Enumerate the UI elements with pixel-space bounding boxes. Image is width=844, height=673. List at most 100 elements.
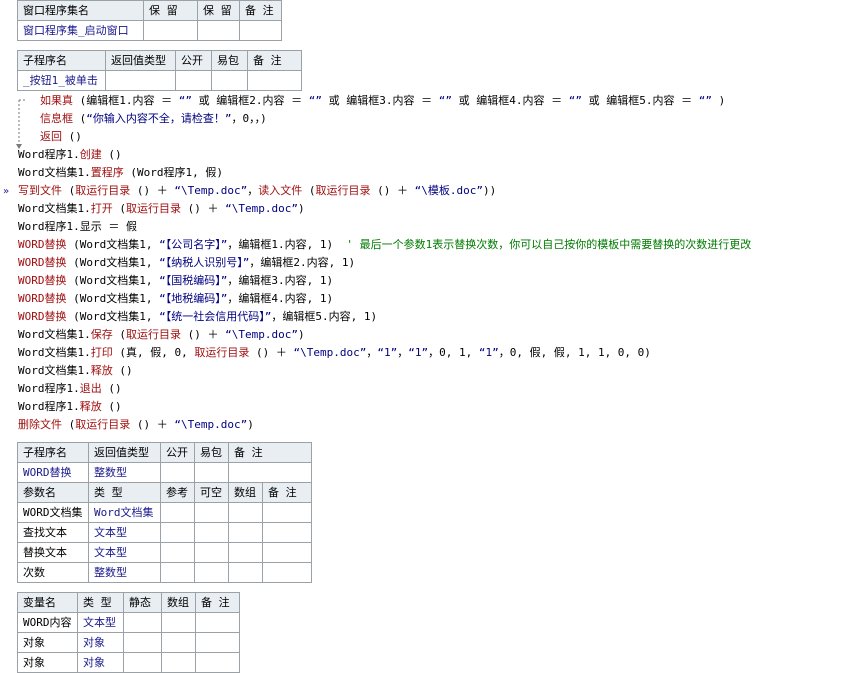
code-token: ' 最后一个参数1表示替换次数，你可以自己按你的模板中需要替换的次数进行更改 [333,238,752,251]
code-line[interactable]: 如果真 (编辑框1.内容 ＝ “” 或 编辑框2.内容 ＝ “” 或 编辑框3.… [40,92,725,110]
variable-type-cell[interactable]: 文本型 [77,612,124,633]
module-reserved-cell-2[interactable] [197,20,240,41]
code-line[interactable]: 信息框 (“你输入内容不全，请检查！”，0，，) [40,110,267,128]
param-remark-cell[interactable] [262,542,312,563]
code-line[interactable]: 删除文件 (取运行目录 () ＋ “\Temp.doc”) [18,416,254,434]
word-replace-header-remark: 备 注 [228,442,312,463]
code-line[interactable]: WORD替换 (Word文档集1, “【统一社会信用代码】”，编辑框5.内容, … [18,308,377,326]
code-line[interactable]: Word文档集1.打印 (真, 假, 0, 取运行目录 () ＋ “\Temp.… [18,344,651,362]
variable-type-cell[interactable]: 对象 [77,652,124,673]
param-type-cell[interactable]: 整数型 [88,562,161,583]
param-ref-cell[interactable] [160,502,195,523]
param-ref-cell[interactable] [160,562,195,583]
param-row[interactable]: 查找文本 文本型 [17,522,312,543]
code-token: WORD替换 [18,310,67,323]
code-line[interactable]: 返回 () [40,128,82,146]
word-replace-name-cell[interactable]: WORD替换 [17,462,89,483]
param-array-cell[interactable] [228,542,263,563]
code-line[interactable]: Word文档集1.打开 (取运行目录 () ＋ “\Temp.doc”) [18,200,305,218]
param-array-cell[interactable] [228,522,263,543]
variable-array-cell[interactable] [161,632,196,653]
code-line[interactable]: 写到文件 (取运行目录 () ＋ “\Temp.doc”，读入文件 (取运行目录… [18,182,496,200]
variable-row[interactable]: WORD内容 文本型 [17,612,240,633]
word-replace-header-epkg: 易包 [194,442,229,463]
variable-type-cell[interactable]: 对象 [77,632,124,653]
param-row[interactable]: 替换文本 文本型 [17,542,312,563]
word-replace-row[interactable]: WORD替换 整数型 [17,462,312,483]
code-line[interactable]: Word程序1.退出 () [18,380,122,398]
code-line[interactable]: Word程序1.创建 () [18,146,122,164]
code-token: 退出 [79,382,102,395]
word-replace-epkg-cell[interactable] [194,462,229,483]
code-token: 取运行目录 [75,418,131,431]
variable-array-cell[interactable] [161,612,196,633]
variable-remark-cell[interactable] [195,652,240,673]
code-token: “\Temp.doc” [174,184,248,197]
param-nullable-cell[interactable] [194,562,229,583]
param-ref-cell[interactable] [160,542,195,563]
param-name-cell[interactable]: 查找文本 [17,522,89,543]
param-array-cell[interactable] [228,502,263,523]
module-remark-cell[interactable] [239,20,282,41]
code-token: () ＋ [130,418,175,431]
param-nullable-cell[interactable] [194,542,229,563]
variable-static-cell[interactable] [123,612,162,633]
variable-name-cell[interactable]: WORD内容 [17,612,78,633]
code-line[interactable]: Word文档集1.保存 (取运行目录 () ＋ “\Temp.doc”) [18,326,305,344]
param-type-cell[interactable]: 文本型 [88,542,161,563]
variable-header-static: 静态 [123,592,162,613]
code-line[interactable]: Word文档集1.释放 () [18,362,133,380]
param-name-cell[interactable]: WORD文档集 [17,502,89,523]
param-nullable-cell[interactable] [194,502,229,523]
param-ref-cell[interactable] [160,522,195,543]
code-line[interactable]: WORD替换 (Word文档集1, “【国税编码】”，编辑框3.内容, 1) [18,272,333,290]
code-line[interactable]: WORD替换 (Word文档集1, “【地税编码】”，编辑框4.内容, 1) [18,290,333,308]
word-replace-header-name: 子程序名 [17,442,89,463]
variable-static-cell[interactable] [123,632,162,653]
code-token: )) [482,184,497,197]
param-row[interactable]: 次数 整数型 [17,562,312,583]
code-token: WORD替换 [18,292,67,305]
code-token: ， [397,346,409,359]
module-row[interactable]: 窗口程序集_启动窗口 [17,20,282,41]
subroutine-row[interactable]: _按钮1_被单击 [17,70,302,91]
code-token: () ＋ [181,202,226,215]
param-remark-cell[interactable] [262,502,312,523]
code-line[interactable]: Word程序1.显示 ＝ 假 [18,218,137,236]
code-line[interactable]: WORD替换 (Word文档集1, “【纳税人识别号】”，编辑框2.内容, 1) [18,254,355,272]
variable-array-cell[interactable] [161,652,196,673]
param-name-cell[interactable]: 替换文本 [17,542,89,563]
subroutine-return-type-cell[interactable] [105,70,176,91]
param-type-cell[interactable]: Word文档集 [88,502,161,523]
param-array-cell[interactable] [228,562,263,583]
code-line[interactable]: Word文档集1.置程序 (Word程序1, 假) [18,164,223,182]
variable-remark-cell[interactable] [195,612,240,633]
code-token: Word文档集1. [18,328,91,341]
subroutine-remark-cell[interactable] [247,70,302,91]
module-reserved-cell-1[interactable] [143,20,198,41]
word-replace-public-cell[interactable] [160,462,195,483]
code-line[interactable]: Word程序1.释放 () [18,398,122,416]
word-replace-return-type-cell[interactable]: 整数型 [88,462,161,483]
param-remark-cell[interactable] [262,562,312,583]
param-row[interactable]: WORD文档集 Word文档集 [17,502,312,523]
code-token: () [101,148,122,161]
variable-remark-cell[interactable] [195,632,240,653]
subroutine-name-cell[interactable]: _按钮1_被单击 [17,70,106,91]
param-remark-cell[interactable] [262,522,312,543]
variable-name-cell[interactable]: 对象 [17,652,78,673]
code-line[interactable]: WORD替换 (Word文档集1, “【公司名字】”，编辑框1.内容, 1) '… [18,236,751,254]
variable-row[interactable]: 对象 对象 [17,652,240,673]
code-token: “【国税编码】” [159,274,228,287]
module-name-cell[interactable]: 窗口程序集_启动窗口 [17,20,144,41]
param-nullable-cell[interactable] [194,522,229,543]
param-type-cell[interactable]: 文本型 [88,522,161,543]
param-name-cell[interactable]: 次数 [17,562,89,583]
subroutine-public-cell[interactable] [175,70,212,91]
word-replace-remark-cell[interactable] [228,462,312,483]
variable-name-cell[interactable]: 对象 [17,632,78,653]
subroutine-epkg-cell[interactable] [211,70,248,91]
variable-static-cell[interactable] [123,652,162,673]
variable-row[interactable]: 对象 对象 [17,632,240,653]
code-token: 如果真 [40,94,73,107]
